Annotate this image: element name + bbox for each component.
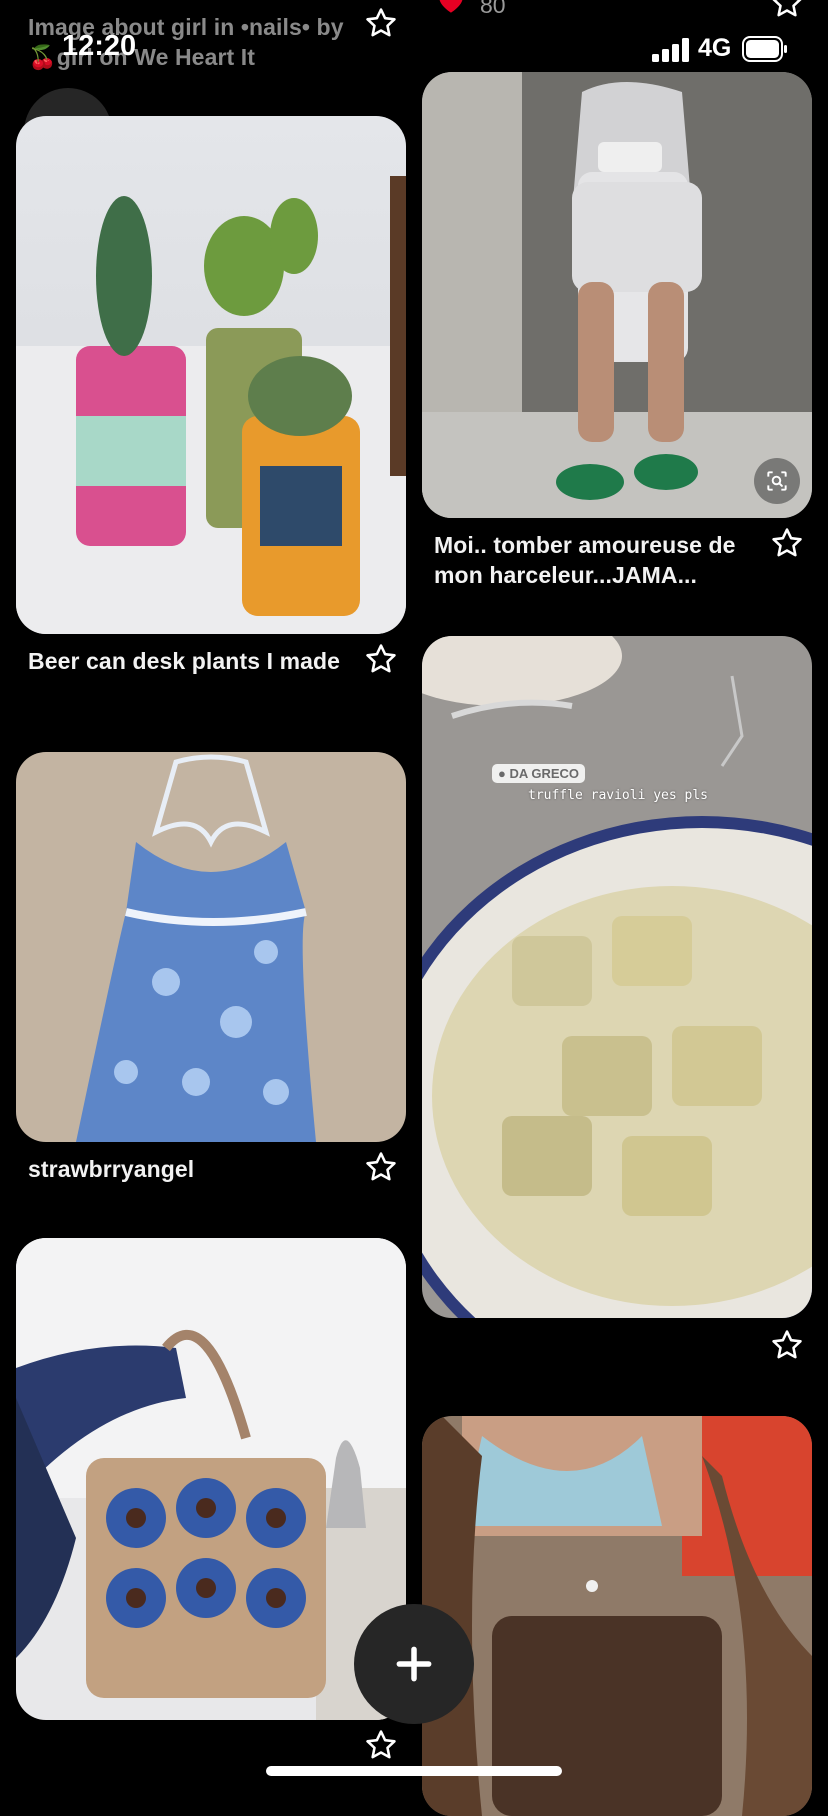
pin-image-cactus-cans[interactable]	[16, 116, 406, 634]
signal-icon	[652, 38, 690, 62]
pin-image-selfie[interactable]	[422, 1416, 812, 1816]
story-text: truffle ravioli yes pls	[528, 788, 709, 803]
heart-icon	[434, 0, 468, 14]
pin-image-crochet-bag[interactable]	[16, 1238, 406, 1720]
star-icon[interactable]	[770, 1328, 804, 1362]
pin-image-blue-dress[interactable]	[16, 752, 406, 1142]
network-type: 4G	[698, 34, 732, 62]
pin-caption[interactable]: Beer can desk plants I made	[28, 646, 348, 676]
story-location-sticker: ● DA GRECO	[492, 764, 586, 783]
star-icon[interactable]	[770, 0, 804, 20]
home-indicator[interactable]	[266, 1766, 562, 1776]
pin-caption[interactable]: strawbrryangel	[28, 1154, 348, 1184]
star-icon[interactable]	[364, 1728, 398, 1762]
star-icon[interactable]	[770, 526, 804, 560]
pin-image-outfit[interactable]	[422, 72, 812, 518]
battery-icon	[742, 36, 788, 62]
status-time: 12:20	[62, 30, 137, 62]
add-button[interactable]	[354, 1604, 474, 1724]
star-icon[interactable]	[364, 1150, 398, 1184]
story-location-text: DA GRECO	[509, 766, 580, 781]
pin-caption[interactable]: Moi.. tomber amoureuse de mon harceleur.…	[434, 530, 764, 590]
pin-image-ravioli[interactable]	[422, 636, 812, 1318]
plus-icon	[396, 1646, 432, 1682]
lens-icon	[767, 471, 787, 491]
star-icon[interactable]	[364, 6, 398, 40]
star-icon[interactable]	[364, 642, 398, 676]
likes-count: 80	[480, 0, 506, 18]
location-pin-icon: ●	[498, 766, 510, 781]
visual-search-button[interactable]	[754, 458, 800, 504]
